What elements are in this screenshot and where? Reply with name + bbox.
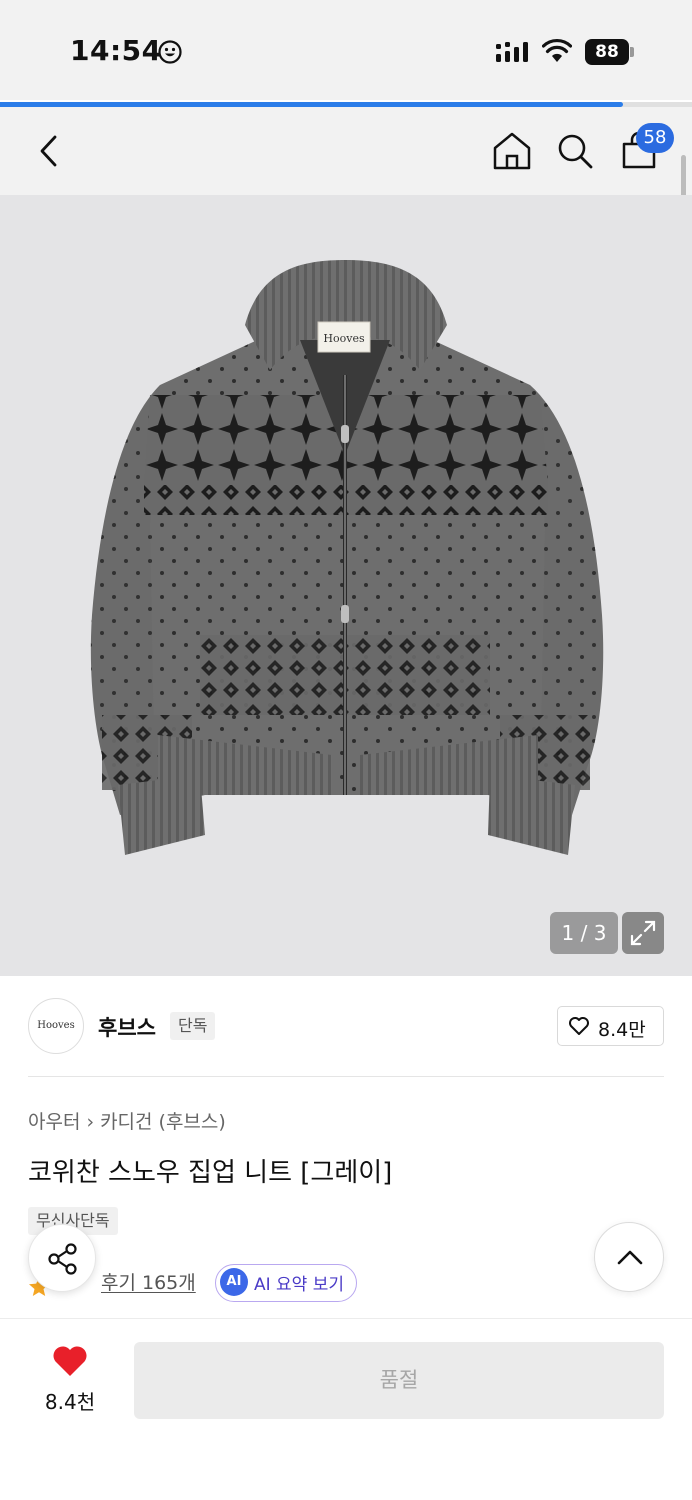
sold-out-button[interactable]: 품절 [134, 1342, 664, 1419]
battery-tip [630, 47, 634, 57]
share-button[interactable] [28, 1224, 96, 1292]
brand-exclusive-badge: 단독 [170, 1012, 216, 1040]
battery-indicator: 88 [585, 39, 635, 65]
product-title: 코위찬 스노우 집업 니트 [그레이] [28, 1158, 393, 1188]
smiley-icon [158, 40, 182, 64]
wifi-icon [542, 39, 572, 62]
ai-badge-icon: AI [220, 1268, 248, 1296]
brand-name[interactable]: 후브스 [98, 1012, 156, 1042]
breadcrumb-item-cardigan[interactable]: 카디건 (후브스) [100, 1111, 226, 1133]
expand-icon[interactable] [622, 912, 664, 954]
breadcrumb-item-outer[interactable]: 아우터 [28, 1111, 80, 1133]
status-time: 14:54 [70, 34, 162, 67]
status-bar: 14:54 88 [0, 0, 692, 100]
garment-brand-label: Hooves [323, 332, 365, 345]
image-counter: 1 / 3 [550, 912, 618, 954]
ai-summary-label: AI 요약 보기 [254, 1274, 345, 1295]
brand-logo[interactable]: Hooves [28, 998, 84, 1054]
battery-level: 88 [585, 39, 629, 65]
cart-count-badge: 58 [636, 123, 674, 153]
heart-filled-icon [53, 1346, 87, 1376]
heart-outline-icon [569, 1017, 589, 1035]
scroll-to-top-button[interactable] [594, 1222, 664, 1292]
share-icon [48, 1243, 77, 1275]
product-like-count: 8.4천 [44, 1390, 96, 1414]
chevron-up-icon [617, 1250, 643, 1265]
divider [28, 1076, 664, 1077]
product-image-gallery[interactable]: Hooves [0, 195, 692, 976]
home-icon[interactable] [490, 129, 534, 173]
back-icon[interactable] [30, 129, 70, 173]
brand-like-count: 8.4만 [598, 1019, 646, 1041]
breadcrumb: 아우터 › 카디건 (후브스) [28, 1107, 226, 1134]
chevron-right-icon: › [86, 1111, 95, 1133]
nav-bar [0, 107, 692, 195]
signal-icon [496, 42, 528, 62]
ai-summary-button[interactable]: AI AI 요약 보기 [215, 1264, 358, 1302]
review-link[interactable]: 후기 165개 [101, 1268, 196, 1295]
brand-like-button[interactable]: 8.4만 [557, 1006, 664, 1046]
product-image: Hooves [90, 260, 604, 855]
search-icon[interactable] [553, 129, 597, 173]
product-like-button[interactable]: 8.4천 [28, 1340, 112, 1420]
bottom-bar-divider [0, 1318, 692, 1319]
